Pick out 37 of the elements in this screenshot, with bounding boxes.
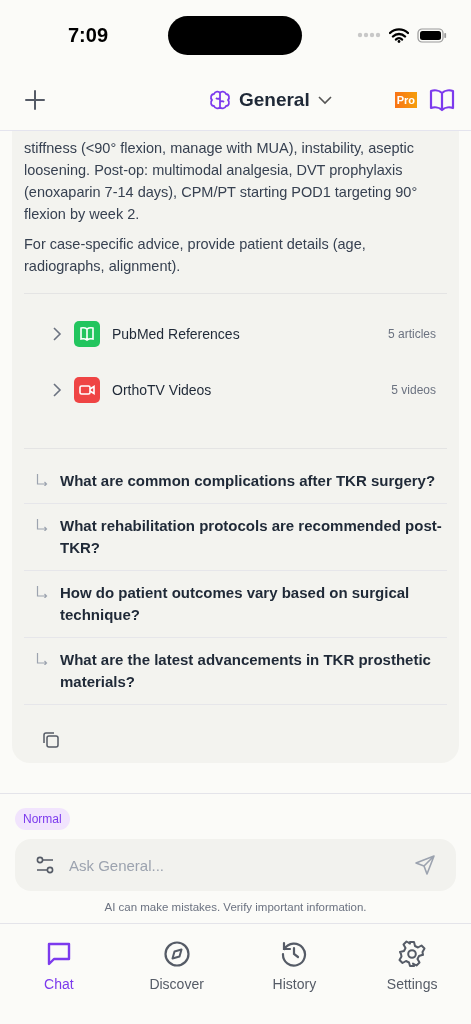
wifi-icon [389, 27, 409, 43]
source-row[interactable]: PubMed References 5 articles [24, 306, 447, 362]
book-icon[interactable] [429, 88, 455, 112]
disclaimer-text: AI can make mistakes. Verify important information. [103, 901, 368, 913]
pro-badge: Pro [394, 92, 417, 108]
follow-up-question[interactable]: What rehabilitation protocols are recommended post-TKR? [24, 504, 447, 571]
message-field[interactable]: Ask General... [15, 839, 456, 891]
follow-up-question[interactable]: What are common complications after TKR surgery? [24, 459, 447, 504]
tab-bar-item[interactable]: History [235, 924, 354, 1024]
message-input[interactable]: Ask General... [67, 855, 402, 875]
new-chat-button[interactable] [24, 89, 46, 111]
reply-arrow-icon [36, 586, 48, 598]
compass-icon [162, 940, 191, 968]
status-time: 7:09 [68, 23, 110, 47]
settings-icon [398, 940, 427, 968]
chevron-down-icon [317, 95, 332, 105]
tab-bar-item[interactable]: Discover [117, 924, 236, 1024]
battery-icon [417, 27, 447, 43]
copy-button[interactable] [42, 731, 60, 749]
tab-bar-item[interactable]: Chat [0, 924, 118, 1024]
reply-arrow-icon [36, 653, 48, 665]
history-icon [280, 940, 309, 968]
answer-paragraph: For case-specific advice, provide patient details (age, radiographs, alignment). [24, 235, 367, 276]
video-camera-icon [74, 377, 100, 403]
brain-icon [208, 89, 231, 111]
reply-arrow-icon [36, 474, 48, 486]
follow-up-question[interactable]: How do patient outcomes vary based on surgical technique? [24, 571, 447, 638]
sliders-icon [35, 855, 55, 875]
source-row[interactable]: OrthoTV Videos 5 videos [24, 362, 447, 418]
answer-paragraph: stiffness (<90° flexion, manage with MUA), instability, aseptic loosening. Post-op: multimodal analgesia, DVT prophylaxis (enoxaparin 7-14 days), CPM/PT starting POD1 targeting 90° flexion by week 2. [24, 139, 419, 224]
model-selector[interactable]: General [108, 88, 332, 112]
mode-chip[interactable]: Normal [15, 808, 70, 830]
book-icon [74, 321, 100, 347]
reply-arrow-icon [36, 519, 48, 531]
follow-up-question[interactable]: What are the latest advancements in TKR prosthetic materials? [24, 638, 447, 705]
signal-icon [357, 32, 381, 38]
tab-bar-item[interactable]: Settings [353, 924, 471, 1024]
